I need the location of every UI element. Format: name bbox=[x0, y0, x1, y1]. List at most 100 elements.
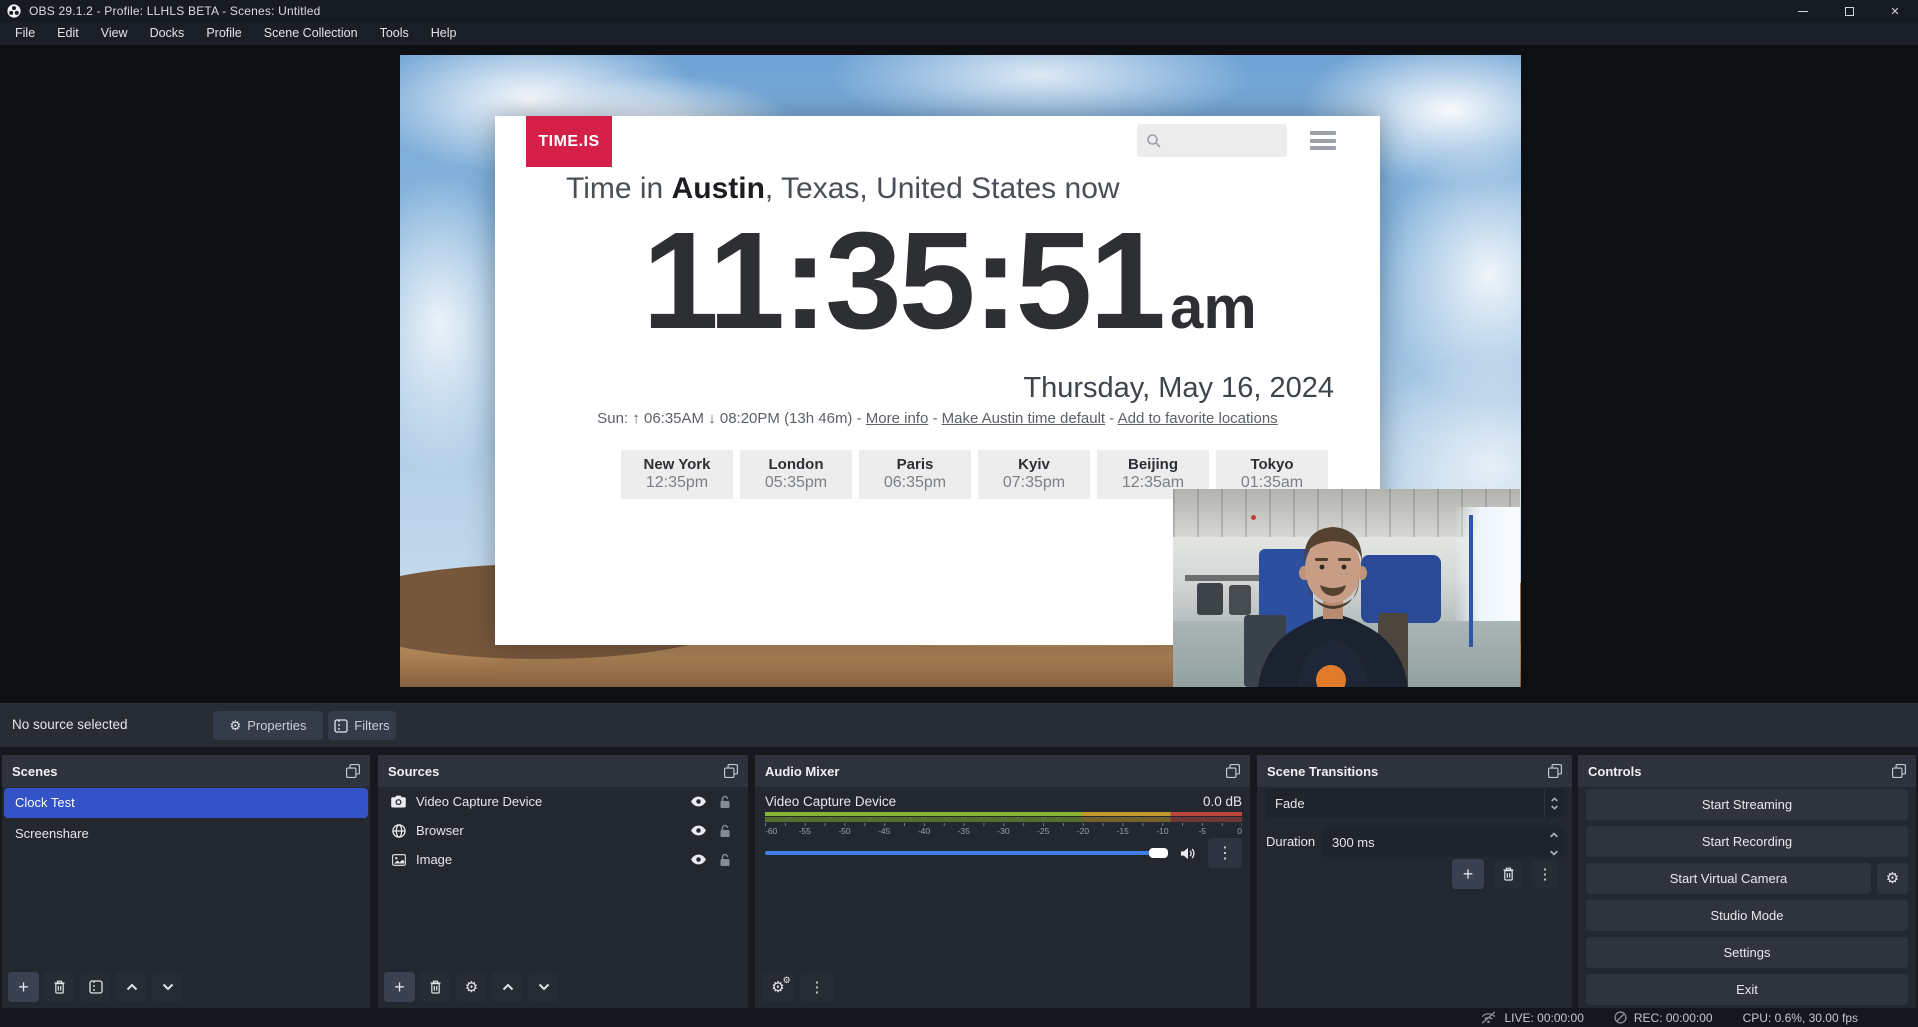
controls-buttons: Start Streaming Start Recording Start Vi… bbox=[1586, 789, 1908, 1011]
source-item-video-capture-device[interactable]: Video Capture Device bbox=[378, 787, 748, 816]
menu-scene-collection[interactable]: Scene Collection bbox=[253, 22, 369, 45]
menu-file[interactable]: File bbox=[4, 22, 46, 45]
source-item-image[interactable]: Image bbox=[378, 845, 748, 874]
source-properties-button[interactable]: ⚙ bbox=[456, 972, 487, 1002]
popout-icon[interactable] bbox=[1224, 762, 1242, 780]
mute-button[interactable] bbox=[1176, 847, 1200, 860]
minimize-button[interactable] bbox=[1780, 0, 1826, 22]
scene-filters-button[interactable] bbox=[80, 972, 111, 1002]
remove-transition-button[interactable] bbox=[1494, 860, 1522, 888]
menu-docks[interactable]: Docks bbox=[139, 22, 196, 45]
preview-area: TIME.IS Time in Austin, Texas, United St… bbox=[0, 45, 1918, 703]
move-scene-up-button[interactable] bbox=[116, 972, 147, 1002]
menu-edit[interactable]: Edit bbox=[46, 22, 90, 45]
volume-slider-track bbox=[765, 851, 1154, 855]
move-scene-down-button[interactable] bbox=[152, 972, 183, 1002]
mixer-menu-button[interactable]: ⋮ bbox=[800, 972, 834, 1002]
popout-icon[interactable] bbox=[1546, 762, 1564, 780]
scene-item-clock-test[interactable]: Clock Test bbox=[4, 788, 368, 818]
audio-mixer-header: Audio Mixer bbox=[755, 755, 1250, 787]
chevron-down-icon bbox=[162, 983, 174, 991]
add-scene-button[interactable]: + bbox=[8, 972, 39, 1002]
start-recording-button[interactable]: Start Recording bbox=[1586, 826, 1908, 857]
close-icon: ✕ bbox=[1890, 5, 1899, 18]
visibility-toggle[interactable] bbox=[689, 796, 707, 807]
sources-panel: Sources Video Capture Device Browser Ima… bbox=[378, 755, 748, 1008]
move-source-up-button[interactable] bbox=[492, 972, 523, 1002]
gear-icon: ⚙ bbox=[465, 980, 478, 995]
lock-toggle[interactable] bbox=[716, 824, 734, 838]
meter-tick-label: -55 bbox=[799, 826, 811, 836]
sources-header: Sources bbox=[378, 755, 748, 787]
advanced-audio-button[interactable]: ⚙⚙ bbox=[761, 972, 795, 1002]
close-button[interactable]: ✕ bbox=[1872, 0, 1918, 22]
remove-scene-button[interactable] bbox=[44, 972, 75, 1002]
visibility-toggle[interactable] bbox=[689, 825, 707, 836]
cpu-fps-text: CPU: 0.6%, 30.00 fps bbox=[1743, 1011, 1858, 1025]
menu-view[interactable]: View bbox=[90, 22, 139, 45]
filters-button[interactable]: Filters bbox=[328, 711, 396, 740]
scene-item-screenshare[interactable]: Screenshare bbox=[4, 819, 368, 849]
gear-icon: ⚙ bbox=[230, 719, 242, 732]
add-source-button[interactable]: + bbox=[384, 972, 415, 1002]
eye-icon bbox=[690, 854, 707, 865]
lock-toggle[interactable] bbox=[716, 853, 734, 867]
chevron-down-icon bbox=[538, 983, 550, 991]
scene-canvas[interactable]: TIME.IS Time in Austin, Texas, United St… bbox=[400, 55, 1521, 687]
menu-help[interactable]: Help bbox=[420, 22, 468, 45]
settings-button[interactable]: Settings bbox=[1586, 937, 1908, 968]
start-streaming-button[interactable]: Start Streaming bbox=[1586, 789, 1908, 820]
meter-tick-label: -20 bbox=[1077, 826, 1089, 836]
timeis-search-box bbox=[1137, 124, 1287, 157]
scenes-title: Scenes bbox=[12, 764, 344, 779]
world-time-box: New York12:35pm bbox=[621, 450, 733, 499]
chevron-up-icon bbox=[126, 983, 138, 991]
filters-icon bbox=[334, 719, 348, 733]
start-virtual-camera-button[interactable]: Start Virtual Camera bbox=[1586, 863, 1871, 894]
mixer-channel-menu-button[interactable]: ⋮ bbox=[1208, 838, 1242, 868]
visibility-toggle[interactable] bbox=[689, 854, 707, 865]
speaker-icon bbox=[1180, 847, 1196, 860]
record-inactive-icon bbox=[1614, 1011, 1627, 1024]
controls-title: Controls bbox=[1588, 764, 1890, 779]
title-bar: OBS 29.1.2 - Profile: LLHLS BETA - Scene… bbox=[0, 0, 1918, 22]
spin-up-button[interactable] bbox=[1549, 826, 1559, 841]
popout-icon[interactable] bbox=[344, 762, 362, 780]
meter-tick-label: -35 bbox=[958, 826, 970, 836]
timeis-link-more-info: More info bbox=[866, 410, 929, 427]
remove-source-button[interactable] bbox=[420, 972, 451, 1002]
audio-mixer-title: Audio Mixer bbox=[765, 764, 1224, 779]
lock-toggle[interactable] bbox=[716, 795, 734, 809]
virtual-camera-settings-button[interactable]: ⚙ bbox=[1877, 863, 1908, 894]
trash-icon bbox=[1502, 867, 1515, 881]
duration-spinbox[interactable]: 300 ms bbox=[1322, 827, 1564, 857]
maximize-icon bbox=[1845, 7, 1854, 16]
maximize-button[interactable] bbox=[1826, 0, 1872, 22]
source-label: Video Capture Device bbox=[416, 794, 680, 809]
menu-profile[interactable]: Profile bbox=[195, 22, 252, 45]
add-transition-button[interactable]: + bbox=[1452, 859, 1484, 889]
source-item-browser[interactable]: Browser bbox=[378, 816, 748, 845]
plus-icon: + bbox=[1463, 865, 1474, 883]
webcam-overlay[interactable] bbox=[1173, 489, 1520, 687]
transition-select[interactable]: Fade bbox=[1265, 789, 1564, 818]
eye-icon bbox=[690, 796, 707, 807]
properties-button[interactable]: ⚙ Properties bbox=[213, 711, 323, 740]
move-source-down-button[interactable] bbox=[528, 972, 559, 1002]
audio-mixer-panel: Audio Mixer Video Capture Device 0.0 dB … bbox=[755, 755, 1250, 1008]
trash-icon bbox=[429, 980, 442, 994]
no-source-selected-label: No source selected bbox=[12, 703, 128, 747]
menu-tools[interactable]: Tools bbox=[369, 22, 420, 45]
volume-slider[interactable] bbox=[765, 848, 1168, 858]
spin-down-button[interactable] bbox=[1549, 844, 1559, 859]
meter-tick-label: -30 bbox=[997, 826, 1009, 836]
source-toolbar: No source selected ⚙ Properties Filters bbox=[0, 703, 1918, 747]
mixer-channel-row: Video Capture Device 0.0 dB bbox=[755, 787, 1250, 809]
popout-icon[interactable] bbox=[722, 762, 740, 780]
volume-slider-handle[interactable] bbox=[1149, 848, 1168, 858]
studio-mode-button[interactable]: Studio Mode bbox=[1586, 900, 1908, 931]
popout-icon[interactable] bbox=[1890, 762, 1908, 780]
exit-button[interactable]: Exit bbox=[1586, 974, 1908, 1005]
timeis-link-make-default: Make Austin time default bbox=[942, 410, 1105, 427]
transition-menu-button[interactable]: ⋮ bbox=[1532, 860, 1558, 888]
